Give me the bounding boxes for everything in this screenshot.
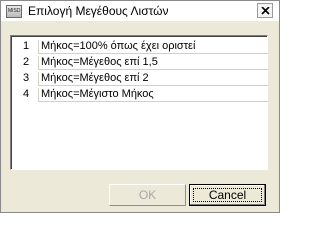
list-size-listbox[interactable]: 1 Μήκος=100% όπως έχει οριστεί 2 Μήκος=Μ… [10,35,268,170]
ok-button-label: OK [138,188,157,202]
title-bar[interactable]: MISD Επιλογή Μεγέθους Λιστών [1,1,279,21]
cancel-button-label: Cancel [208,188,247,202]
list-item[interactable]: 3 Μήκος=Μέγεθος επί 2 [13,71,268,86]
dialog-window: MISD Επιλογή Μεγέθους Λιστών 1 Μήκος=100… [0,0,280,213]
cancel-button[interactable]: Cancel [189,184,266,206]
list-item[interactable]: 4 Μήκος=Μέγιστο Μήκος [13,87,268,102]
ok-button[interactable]: OK [109,184,186,206]
list-item-label: Μήκος=Μέγιστο Μήκος [38,88,268,102]
list-item-label: Μήκος=100% όπως έχει οριστεί [38,40,268,54]
window-title: Επιλογή Μεγέθους Λιστών [28,4,169,18]
close-icon [261,7,270,15]
list-item-label: Μήκος=Μέγεθος επί 2 [38,72,268,86]
list-item-label: Μήκος=Μέγεθος επί 1,5 [38,56,268,70]
app-icon[interactable]: MISD [6,5,22,18]
list-item[interactable]: 1 Μήκος=100% όπως έχει οριστεί [13,39,268,54]
list-item[interactable]: 2 Μήκος=Μέγεθος επί 1,5 [13,55,268,70]
close-button[interactable] [257,3,273,18]
app-icon-text: MISD [8,8,21,14]
